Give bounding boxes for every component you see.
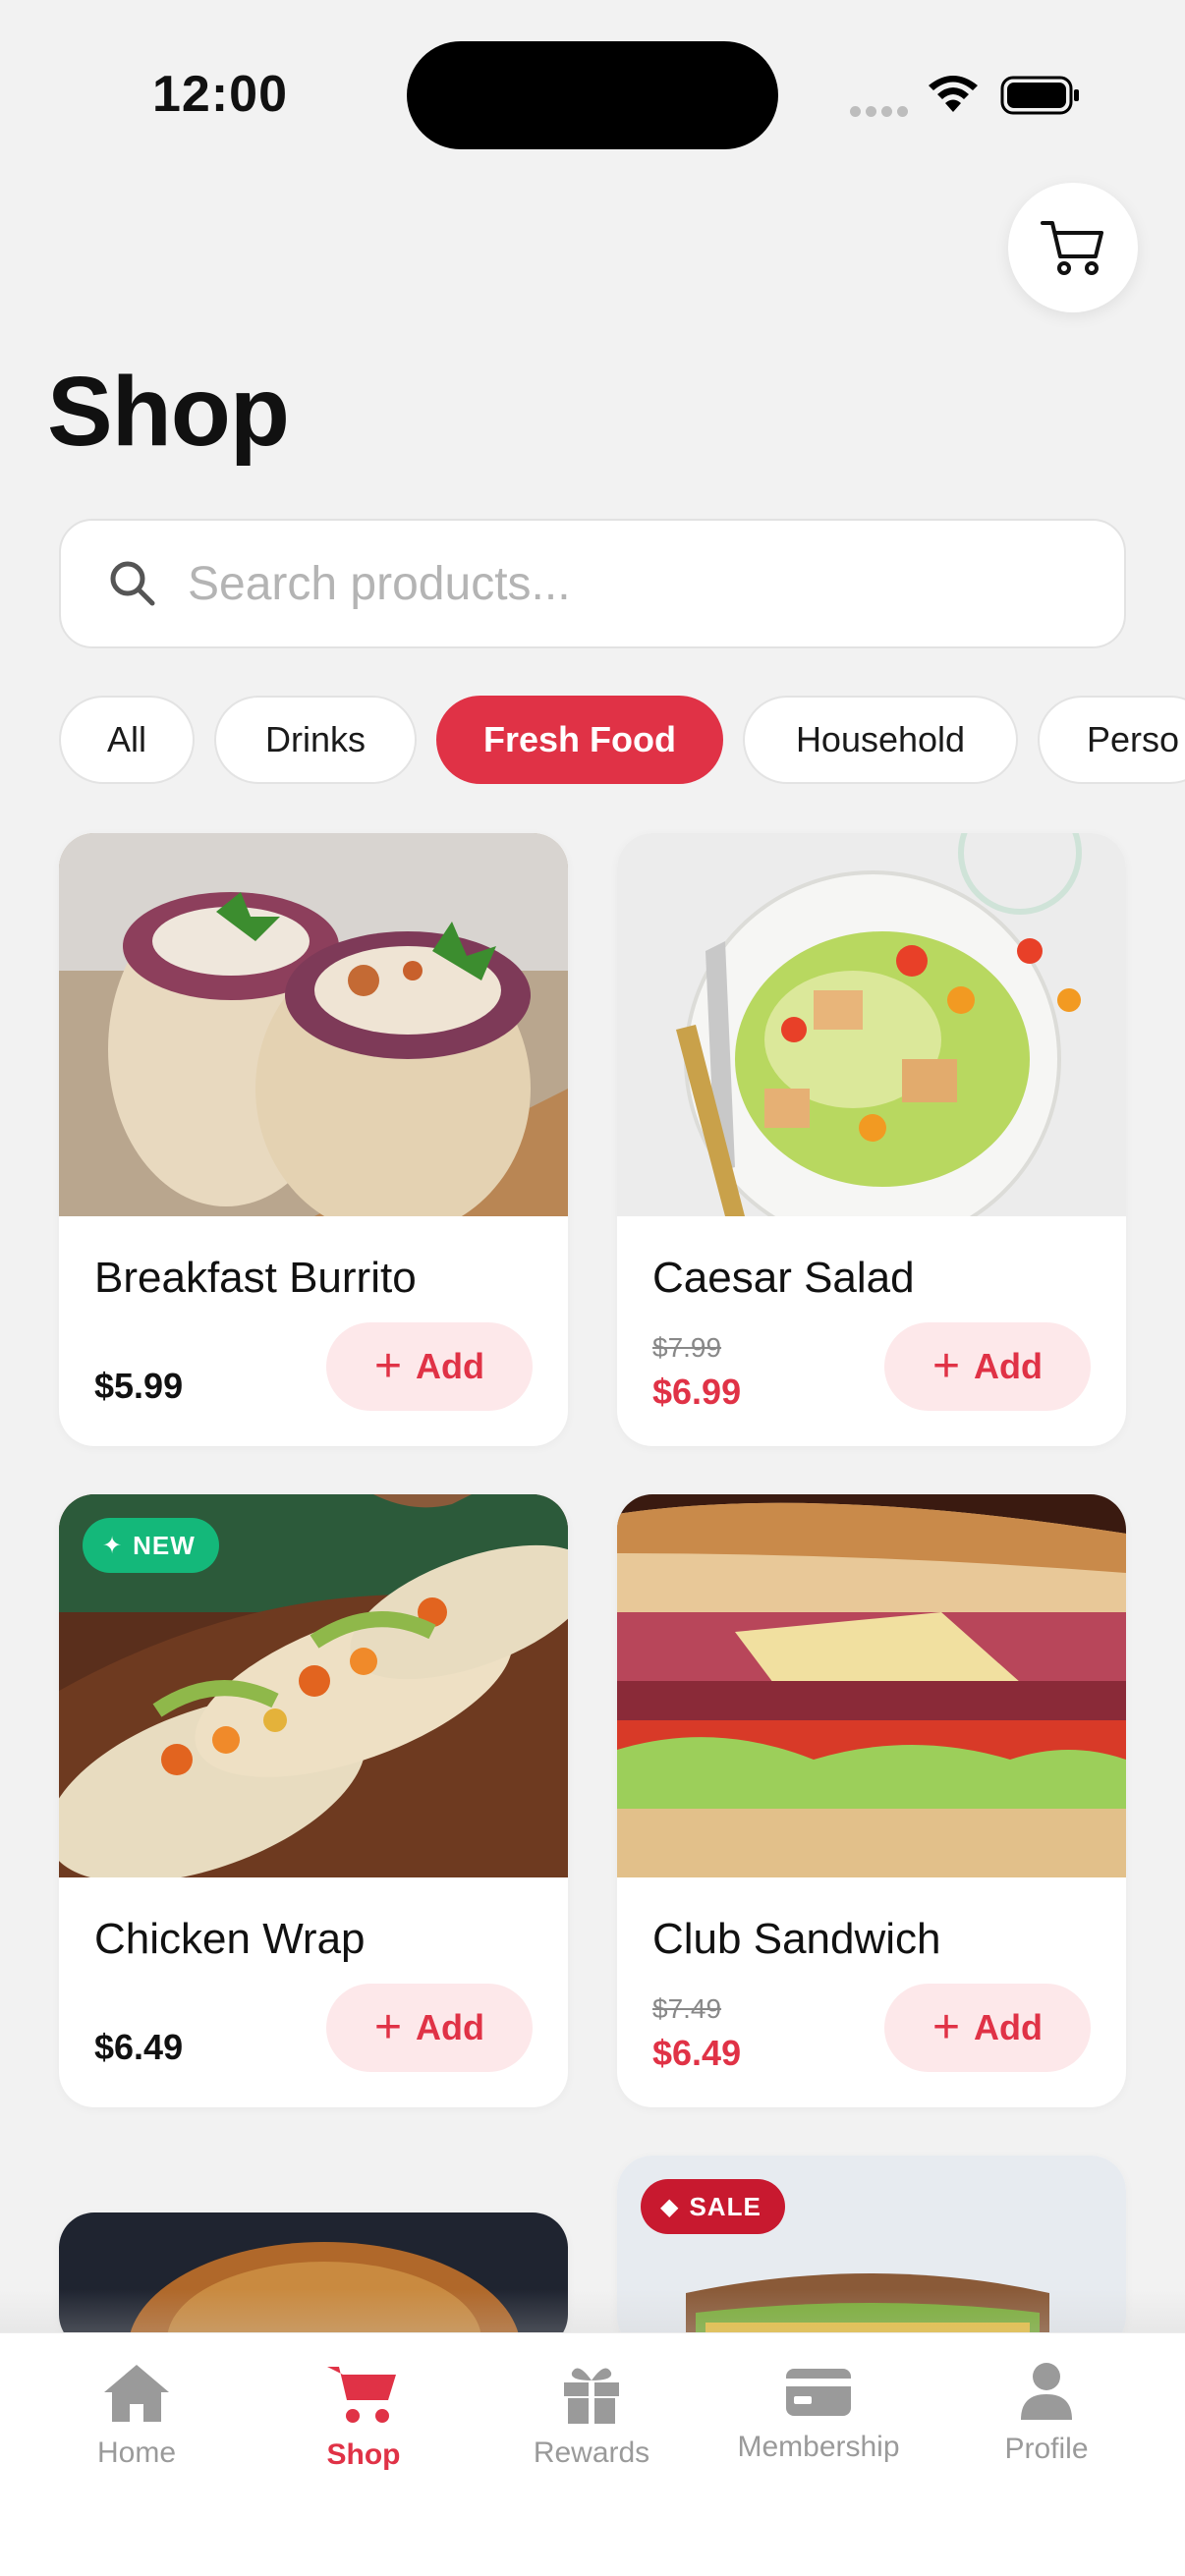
nav-profile[interactable]: Profile: [948, 2361, 1145, 2466]
new-badge: ✦ NEW: [83, 1518, 219, 1573]
page-title: Shop: [47, 357, 290, 467]
signal-icon: [850, 104, 913, 122]
add-to-cart-button[interactable]: + Add: [326, 1984, 533, 2072]
add-to-cart-button[interactable]: + Add: [326, 1322, 533, 1411]
cart-icon: [327, 2367, 396, 2423]
battery-icon: [1000, 76, 1079, 115]
chip-personal[interactable]: Perso: [1038, 696, 1185, 784]
product-card[interactable]: Breakfast Burrito $5.99 + Add: [59, 833, 568, 1446]
plus-icon: +: [373, 1340, 403, 1392]
bottom-nav: Home Shop Rewards Membership Profile: [0, 2332, 1185, 2576]
product-image: [59, 833, 568, 1216]
product-card[interactable]: Club Sandwich $7.49 $6.49 + Add: [617, 1494, 1126, 2107]
home-icon: [104, 2365, 169, 2422]
status-bar: 12:00: [0, 0, 1185, 187]
product-name: Chicken Wrap: [94, 1915, 366, 1963]
dynamic-island: [407, 41, 778, 149]
nav-shadow: [0, 2289, 1185, 2332]
product-card[interactable]: ✦ NEW Chicken Wrap $6.49 + Add: [59, 1494, 568, 2107]
gift-icon: [564, 2368, 619, 2424]
nav-shop[interactable]: Shop: [265, 2361, 462, 2472]
wifi-icon: [929, 76, 978, 112]
product-name: Breakfast Burrito: [94, 1254, 417, 1302]
search-icon: [110, 561, 155, 606]
plus-icon: +: [373, 2001, 403, 2053]
chip-fresh-food[interactable]: Fresh Food: [436, 696, 723, 784]
nav-membership[interactable]: Membership: [720, 2361, 917, 2464]
product-price: $5.99: [94, 1366, 184, 1406]
add-to-cart-button[interactable]: + Add: [884, 1984, 1091, 2072]
nav-home[interactable]: Home: [38, 2361, 235, 2470]
cart-icon: [1041, 221, 1103, 275]
product-price: $6.49: [94, 2027, 184, 2067]
sale-price: $6.99: [652, 1372, 742, 1412]
product-image: ✦ NEW: [59, 1494, 568, 1877]
add-to-cart-button[interactable]: + Add: [884, 1322, 1091, 1411]
nav-rewards[interactable]: Rewards: [493, 2361, 690, 2470]
sale-price: $6.49: [652, 2033, 742, 2073]
category-chips: All Drinks Fresh Food Household Perso: [59, 696, 1185, 786]
product-name: Caesar Salad: [652, 1254, 915, 1302]
chip-drinks[interactable]: Drinks: [214, 696, 417, 784]
original-price: $7.99: [652, 1332, 722, 1363]
product-image: [617, 833, 1126, 1216]
cart-button[interactable]: [1008, 183, 1138, 312]
chip-all[interactable]: All: [59, 696, 195, 784]
chip-household[interactable]: Household: [743, 696, 1018, 784]
tag-icon: ◆: [660, 2193, 680, 2220]
plus-icon: +: [931, 2001, 961, 2053]
original-price: $7.49: [652, 1993, 722, 2024]
sparkle-icon: ✦: [102, 1532, 124, 1559]
product-image: [617, 1494, 1126, 1877]
product-card[interactable]: Caesar Salad $7.99 $6.99 + Add: [617, 833, 1126, 1446]
card-icon: [786, 2369, 851, 2416]
search-bar[interactable]: Search products...: [59, 519, 1126, 648]
sale-badge: ◆ SALE: [641, 2179, 785, 2234]
search-input[interactable]: Search products...: [188, 557, 571, 611]
status-time: 12:00: [152, 66, 288, 123]
plus-icon: +: [931, 1340, 961, 1392]
product-name: Club Sandwich: [652, 1915, 941, 1963]
person-icon: [1021, 2363, 1072, 2420]
